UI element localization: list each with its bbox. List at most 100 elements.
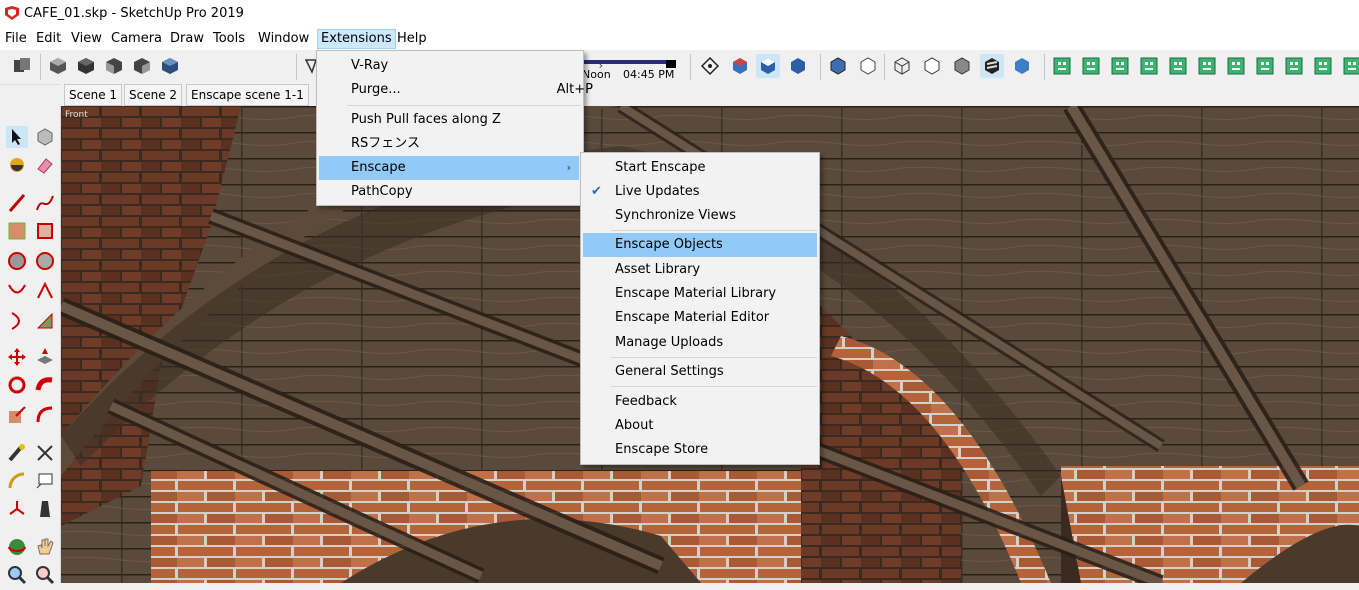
shadow-time-value: 04:45 PM [623,68,675,81]
3d-text-icon[interactable] [34,498,56,520]
text-icon[interactable] [34,470,56,492]
menu-item-purge[interactable]: Purge... Alt+P [319,78,611,102]
main-toolbar: Noon 04:45 PM [0,50,1359,85]
menu-item-live-updates[interactable]: ✔ Live Updates [583,180,817,204]
plugin-icon-7[interactable] [1224,54,1248,78]
menu-item-material-editor[interactable]: Enscape Material Editor [583,306,817,330]
menu-item-label: Start Enscape [615,160,706,175]
menu-item-about[interactable]: About [583,414,817,438]
right-view-icon[interactable] [130,54,154,78]
plugin-icon-6[interactable] [1195,54,1219,78]
freehand-icon[interactable] [34,192,56,214]
menu-item-rs-fence[interactable]: RSフェンス › [319,132,611,156]
menu-item-label: Purge... [351,82,401,97]
style-textured-icon[interactable] [980,54,1004,78]
menu-draw[interactable]: Draw [167,30,207,48]
orbit-icon[interactable] [6,536,28,558]
rotated-rectangle-icon[interactable] [34,220,56,242]
hidden-line-icon[interactable] [826,54,850,78]
menu-view[interactable]: View [68,30,105,48]
menu-item-label: V-Ray [351,58,389,73]
axes-icon[interactable] [6,498,28,520]
menu-tools[interactable]: Tools [210,30,248,48]
style-xray-icon[interactable] [890,54,914,78]
arc-icon[interactable] [6,280,28,302]
plugin-icon-1[interactable] [1050,54,1074,78]
front-view-icon[interactable] [102,54,126,78]
pie-icon[interactable] [34,280,56,302]
checkmark-icon: ✔ [591,184,602,199]
menu-item-vray[interactable]: V-Ray › [319,54,611,78]
style-wireframe-icon[interactable] [920,54,944,78]
menu-item-start-enscape[interactable]: Start Enscape [583,156,817,180]
offset-icon[interactable] [34,404,56,426]
eraser-icon[interactable] [34,154,56,176]
polygon-icon[interactable] [34,250,56,272]
menu-item-material-library[interactable]: Enscape Material Library [583,282,817,306]
follow-me-icon[interactable] [34,374,56,396]
pan-icon[interactable] [34,536,56,558]
scene-tab-1[interactable]: Scene 1 [64,84,123,106]
scene-tab-2[interactable]: Scene 2 [124,84,183,106]
top-view-icon[interactable] [74,54,98,78]
2-point-arc-icon[interactable] [6,310,28,332]
rectangle-icon[interactable] [6,220,28,242]
iso-view-icon[interactable] [46,54,70,78]
rotate-icon[interactable] [6,374,28,396]
plugin-icon-3[interactable] [1108,54,1132,78]
menu-item-asset-library[interactable]: Asset Library [583,258,817,282]
menu-file[interactable]: File [2,30,30,48]
protractor-icon[interactable] [6,470,28,492]
menu-item-feedback[interactable]: Feedback [583,390,817,414]
wireframe-icon[interactable] [786,54,810,78]
select-icon[interactable] [6,126,28,148]
plugin-icon-2[interactable] [1079,54,1103,78]
scene-tab-enscape[interactable]: Enscape scene 1-1 [186,84,309,106]
menu-item-enscape-store[interactable]: Enscape Store [583,438,817,462]
menu-item-pathcopy[interactable]: PathCopy [319,180,611,204]
shaded-icon[interactable] [856,54,880,78]
shadow-time-thumb[interactable] [666,60,676,68]
menu-item-enscape[interactable]: Enscape › [319,156,579,180]
tape-measure-icon[interactable] [6,442,28,464]
menu-item-label: Live Updates [615,184,700,199]
menu-item-label: Enscape [351,160,406,175]
paint-bucket-icon[interactable] [6,154,28,176]
xray-icon[interactable] [728,54,752,78]
3-point-arc-icon[interactable] [34,310,56,332]
plugin-icon-8[interactable] [1253,54,1277,78]
style-hidden-icon[interactable] [950,54,974,78]
menu-item-synchronize-views[interactable]: Synchronize Views [583,204,817,228]
plugin-icon-9[interactable] [1282,54,1306,78]
back-view-icon[interactable] [158,54,182,78]
position-camera-icon[interactable] [698,54,722,78]
menu-extensions[interactable]: Extensions [317,29,396,49]
menu-item-push-pull-z[interactable]: Push Pull faces along Z [319,108,611,132]
menu-item-general-settings[interactable]: General Settings [583,360,817,384]
move-icon[interactable] [6,346,28,368]
circle-icon[interactable] [6,250,28,272]
back-edges-icon[interactable] [756,54,780,78]
make-component-icon[interactable] [34,126,56,148]
scale-icon[interactable] [6,404,28,426]
line-icon[interactable] [6,192,28,214]
plugin-icon-5[interactable] [1166,54,1190,78]
view-name-label: Front [65,110,88,120]
style-monochrome-icon[interactable] [1010,54,1034,78]
plugin-icon-4[interactable] [1137,54,1161,78]
push-pull-icon[interactable] [34,346,56,368]
menu-item-manage-uploads[interactable]: Manage Uploads [583,331,817,355]
menu-edit[interactable]: Edit [33,30,64,48]
menu-item-label: RSフェンス [351,136,421,151]
menu-help[interactable]: Help [394,30,430,48]
component-icon[interactable] [10,54,34,78]
enscape-submenu: Start Enscape ✔ Live Updates Synchronize… [580,152,820,465]
plugin-icon-11[interactable] [1340,54,1359,78]
plugin-icon-10[interactable] [1311,54,1335,78]
menu-camera[interactable]: Camera [108,30,165,48]
dimension-icon[interactable] [34,442,56,464]
scene-tabs-bar: Scene 1 Scene 2 Enscape scene 1-1 [60,84,1359,106]
menu-window[interactable]: Window [255,30,312,48]
menu-item-enscape-objects[interactable]: Enscape Objects [583,233,817,257]
menu-item-label: Asset Library [615,262,701,277]
